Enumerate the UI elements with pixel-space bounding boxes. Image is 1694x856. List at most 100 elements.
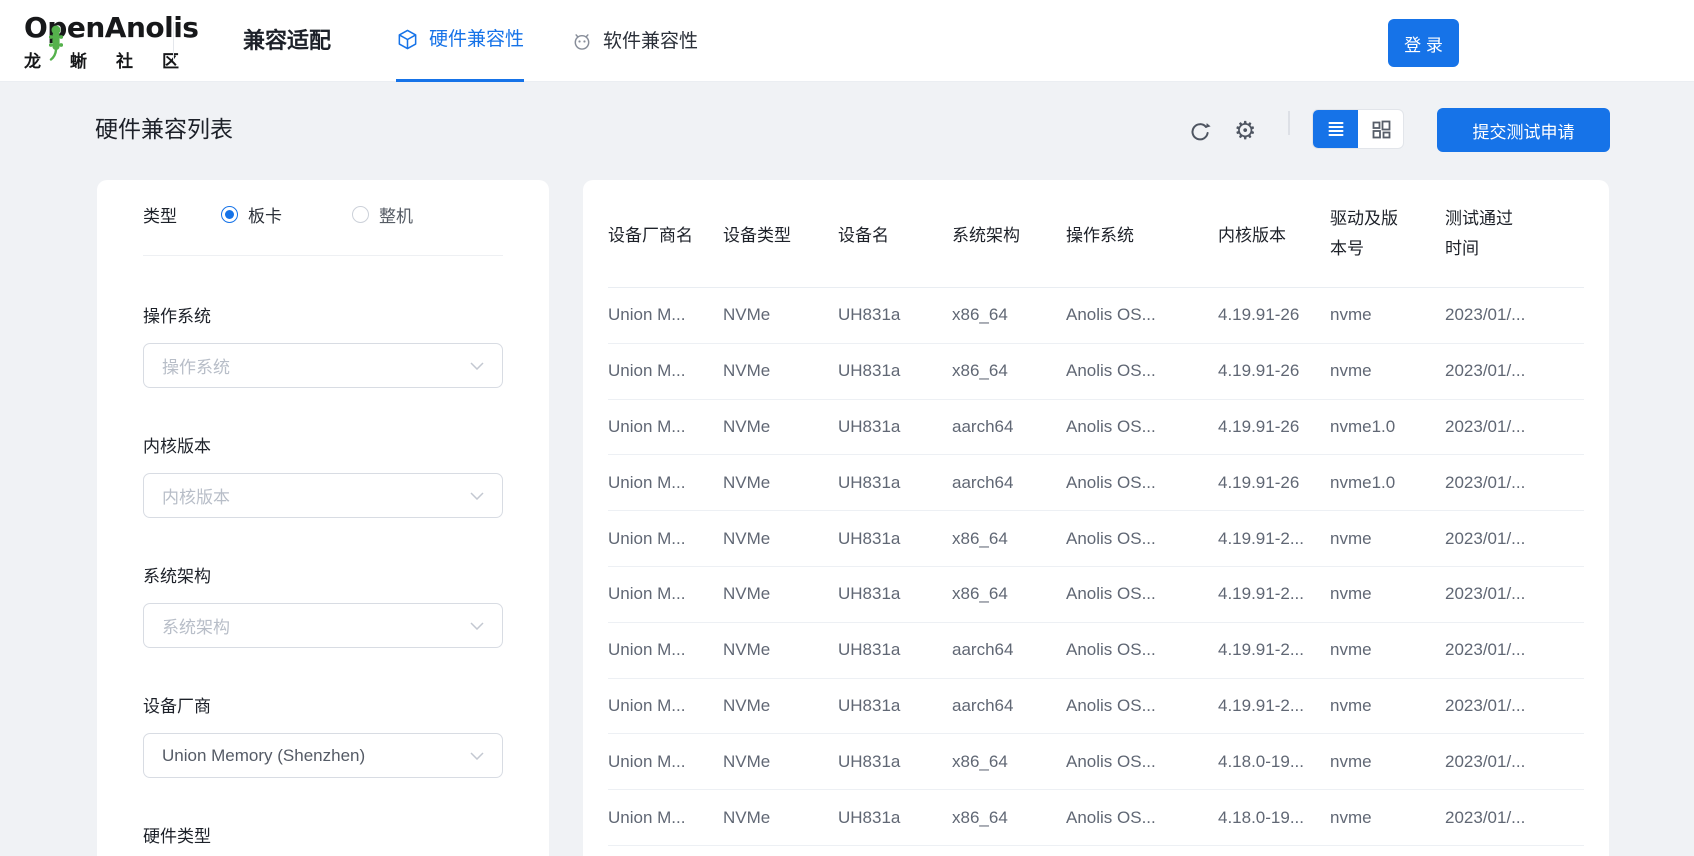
cell-type: NVMe	[723, 361, 838, 381]
cell-date: 2023/01/...	[1445, 640, 1584, 660]
table-row[interactable]: Union M... NVMe UH831a x86_64 Anolis OS.…	[608, 511, 1584, 567]
cell-vendor: Union M...	[608, 752, 723, 772]
radio-unselected-icon	[352, 206, 369, 223]
cell-os: Anolis OS...	[1066, 752, 1218, 772]
arch-filter-label: 系统架构	[143, 562, 503, 583]
cell-name: UH831a	[838, 473, 952, 493]
cell-type: NVMe	[723, 808, 838, 828]
cell-kernel: 4.19.91-2...	[1218, 640, 1330, 660]
cell-kernel: 4.19.91-26	[1218, 305, 1330, 325]
list-view-icon	[1326, 119, 1346, 139]
cell-driver: nvme1.0	[1330, 473, 1445, 493]
cell-arch: aarch64	[952, 417, 1066, 437]
radio-selected-icon	[221, 206, 238, 223]
chevron-down-icon	[470, 362, 484, 370]
table-row[interactable]: Union M... NVMe UH831a x86_64 Anolis OS.…	[608, 344, 1584, 400]
submit-test-request-button[interactable]: 提交测试申请	[1437, 108, 1610, 152]
list-view-button[interactable]	[1313, 110, 1358, 148]
app-root: OpenAnolis 龙蜥社区 兼容适配 硬件兼容性	[0, 0, 1694, 856]
cell-os: Anolis OS...	[1066, 584, 1218, 604]
arch-select-placeholder: 系统架构	[162, 613, 470, 638]
type-label: 类型	[143, 202, 177, 227]
table-row[interactable]: Union M... NVMe UH831a x86_64 Anolis OS.…	[608, 790, 1584, 846]
cell-name: UH831a	[838, 417, 952, 437]
openanolis-logo[interactable]: OpenAnolis 龙蜥社区	[24, 12, 208, 72]
cell-name: UH831a	[838, 640, 952, 660]
software-mascot-icon	[571, 30, 593, 52]
chevron-down-icon	[470, 752, 484, 760]
tab-hardware-compatibility[interactable]: 硬件兼容性	[396, 0, 524, 82]
cell-os: Anolis OS...	[1066, 529, 1218, 549]
cell-vendor: Union M...	[608, 361, 723, 381]
os-select[interactable]: 操作系统	[143, 343, 503, 388]
compatibility-table-card: 设备厂商名 设备类型 设备名 系统架构 操作系统 内核版本 驱动及版本号 测试通…	[583, 180, 1609, 856]
cell-vendor: Union M...	[608, 696, 723, 716]
col-header-kernel: 内核版本	[1218, 221, 1330, 246]
cell-arch: x86_64	[952, 808, 1066, 828]
grid-view-button[interactable]	[1358, 110, 1403, 148]
cell-kernel: 4.19.91-2...	[1218, 696, 1330, 716]
table-row[interactable]: Union M... NVMe UH831a aarch64 Anolis OS…	[608, 623, 1584, 679]
cell-date: 2023/01/...	[1445, 361, 1584, 381]
cell-date: 2023/01/...	[1445, 752, 1584, 772]
cell-driver: nvme	[1330, 361, 1445, 381]
type-filter-row: 类型 板卡 整机	[143, 198, 503, 230]
filter-divider	[143, 255, 503, 256]
cell-kernel: 4.19.91-2...	[1218, 584, 1330, 604]
top-navbar: OpenAnolis 龙蜥社区 兼容适配 硬件兼容性	[0, 0, 1694, 82]
cell-date: 2023/01/...	[1445, 696, 1584, 716]
cell-arch: x86_64	[952, 361, 1066, 381]
table-row[interactable]: Union M... NVMe UH831a x86_64 Anolis OS.…	[608, 734, 1584, 790]
cell-arch: x86_64	[952, 529, 1066, 549]
cell-name: UH831a	[838, 696, 952, 716]
vendor-select[interactable]: Union Memory (Shenzhen)	[143, 733, 503, 778]
cell-arch: x86_64	[952, 584, 1066, 604]
cell-type: NVMe	[723, 752, 838, 772]
cell-type: NVMe	[723, 529, 838, 549]
cell-driver: nvme	[1330, 752, 1445, 772]
col-header-name: 设备名	[838, 221, 952, 246]
tab-software-compatibility[interactable]: 软件兼容性	[571, 0, 698, 82]
table-row[interactable]: Union M... NVMe UH831a aarch64 Anolis OS…	[608, 455, 1584, 511]
cell-date: 2023/01/...	[1445, 529, 1584, 549]
cell-os: Anolis OS...	[1066, 640, 1218, 660]
refresh-icon[interactable]	[1188, 121, 1212, 150]
tab-label: 硬件兼容性	[429, 0, 524, 79]
cell-arch: aarch64	[952, 640, 1066, 660]
cell-driver: nvme	[1330, 696, 1445, 716]
cell-driver: nvme	[1330, 808, 1445, 828]
table-header-row: 设备厂商名 设备类型 设备名 系统架构 操作系统 内核版本 驱动及版本号 测试通…	[608, 180, 1584, 288]
gear-icon[interactable]: ⚙︎	[1234, 117, 1256, 145]
col-header-vendor: 设备厂商名	[608, 221, 723, 246]
cell-arch: x86_64	[952, 305, 1066, 325]
cell-date: 2023/01/...	[1445, 584, 1584, 604]
cell-type: NVMe	[723, 696, 838, 716]
cell-type: NVMe	[723, 305, 838, 325]
cell-arch: aarch64	[952, 473, 1066, 493]
cell-os: Anolis OS...	[1066, 473, 1218, 493]
cell-vendor: Union M...	[608, 473, 723, 493]
table-body: Union M... NVMe UH831a x86_64 Anolis OS.…	[608, 288, 1584, 846]
table-row[interactable]: Union M... NVMe UH831a x86_64 Anolis OS.…	[608, 567, 1584, 623]
col-header-type: 设备类型	[723, 221, 838, 246]
radio-whole-machine[interactable]: 整机	[352, 202, 413, 227]
kernel-select[interactable]: 内核版本	[143, 473, 503, 518]
table-row[interactable]: Union M... NVMe UH831a aarch64 Anolis OS…	[608, 400, 1584, 456]
col-header-date: 测试通过时间	[1445, 204, 1538, 264]
hardware-type-filter-label: 硬件类型	[143, 822, 503, 843]
view-mode-toggle	[1312, 109, 1404, 149]
radio-board-card[interactable]: 板卡	[221, 202, 282, 227]
tab-label: 软件兼容性	[603, 2, 698, 81]
table-row[interactable]: Union M... NVMe UH831a aarch64 Anolis OS…	[608, 679, 1584, 735]
login-button[interactable]: 登 录	[1388, 19, 1459, 67]
table-row[interactable]: Union M... NVMe UH831a x86_64 Anolis OS.…	[608, 288, 1584, 344]
cell-type: NVMe	[723, 640, 838, 660]
os-filter-label: 操作系统	[143, 302, 503, 323]
arch-select[interactable]: 系统架构	[143, 603, 503, 648]
cell-date: 2023/01/...	[1445, 473, 1584, 493]
cell-kernel: 4.18.0-19...	[1218, 808, 1330, 828]
cell-os: Anolis OS...	[1066, 305, 1218, 325]
kernel-filter-label: 内核版本	[143, 432, 503, 453]
chevron-down-icon	[470, 622, 484, 630]
cell-vendor: Union M...	[608, 529, 723, 549]
